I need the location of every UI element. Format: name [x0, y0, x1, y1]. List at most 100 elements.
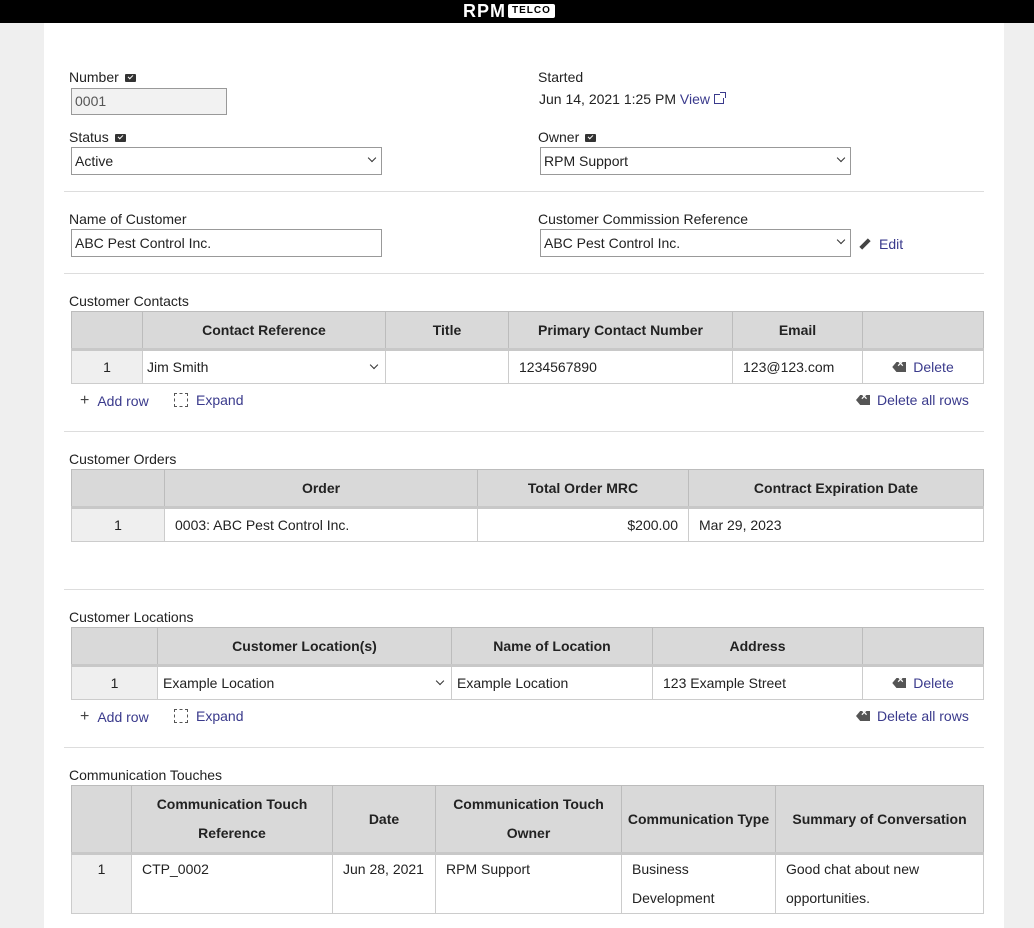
owner-select[interactable]: RPM Support	[540, 147, 851, 175]
started-value-row: Jun 14, 2021 1:25 PM View	[539, 91, 726, 107]
email-cell[interactable]: 123@123.com	[732, 349, 863, 384]
number-label-text: Number	[69, 69, 119, 85]
delete-icon	[856, 395, 870, 405]
phone-cell[interactable]: 1234567890	[508, 349, 733, 384]
email-header: Email	[732, 311, 863, 351]
touch-reference-link[interactable]: CTP_0002	[131, 853, 333, 914]
delete-all-label: Delete all rows	[877, 392, 969, 408]
communication-type-header: Communication Type	[621, 785, 776, 855]
row-number: 1	[71, 349, 143, 384]
status-select-value: Active	[75, 153, 114, 169]
chevron-down-icon	[836, 153, 846, 163]
required-icon	[585, 134, 597, 143]
plus-icon: +	[80, 708, 90, 725]
row-number-header	[71, 469, 165, 509]
rpm-telco-logo: RPM TELCO	[463, 2, 555, 20]
contact-reference-value: Jim Smith	[147, 359, 209, 375]
expand-icon	[174, 393, 188, 407]
expand-button[interactable]: Expand	[174, 708, 243, 724]
number-field[interactable]: 0001	[71, 88, 227, 115]
required-icon	[124, 74, 136, 83]
contract-expiration-header: Contract Expiration Date	[688, 469, 984, 509]
delete-all-rows-button[interactable]: Delete all rows	[856, 392, 969, 408]
delete-row-cell: Delete	[862, 665, 984, 700]
orders-table: Order Total Order MRC Contract Expiratio…	[71, 469, 984, 542]
type-cell: Business Development	[621, 853, 776, 914]
started-value: Jun 14, 2021 1:25 PM	[539, 91, 676, 107]
table-row: 1 0003: ABC Pest Control Inc. $200.00 Ma…	[71, 507, 984, 542]
row-number-header	[71, 627, 158, 667]
status-select[interactable]: Active	[71, 147, 382, 175]
expand-label: Expand	[196, 392, 244, 408]
edit-button[interactable]: Edit	[859, 236, 903, 252]
delete-icon	[856, 711, 870, 721]
delete-row-button[interactable]: Delete	[892, 359, 954, 375]
top-bar: RPM TELCO	[0, 0, 1034, 23]
contacts-title: Customer Contacts	[69, 293, 189, 309]
add-row-button[interactable]: + Add row	[80, 392, 149, 410]
add-row-button[interactable]: + Add row	[80, 708, 149, 726]
customer-location-select[interactable]: Example Location	[157, 665, 452, 700]
address-header: Address	[652, 627, 863, 667]
order-link[interactable]: 0003: ABC Pest Control Inc.	[164, 507, 478, 542]
expand-button[interactable]: Expand	[174, 392, 243, 408]
started-label: Started	[538, 69, 584, 85]
contact-reference-select[interactable]: Jim Smith	[142, 349, 386, 384]
commission-ref-label: Customer Commission Reference	[538, 211, 749, 227]
location-name-cell: Example Location	[451, 665, 653, 700]
order-header: Order	[164, 469, 478, 509]
divider	[64, 273, 984, 274]
required-icon	[114, 134, 126, 143]
actions-header	[862, 311, 984, 351]
view-link[interactable]: View	[680, 91, 710, 107]
locations-table: Customer Location(s) Name of Location Ad…	[71, 627, 984, 700]
primary-contact-header: Primary Contact Number	[508, 311, 733, 351]
customer-name-field[interactable]: ABC Pest Control Inc.	[71, 229, 382, 257]
row-number-header	[71, 311, 143, 351]
title-cell[interactable]	[385, 349, 509, 384]
commission-ref-select[interactable]: ABC Pest Control Inc.	[540, 229, 851, 257]
row-number: 1	[71, 507, 165, 542]
total-order-mrc-header: Total Order MRC	[477, 469, 689, 509]
mrc-cell: $200.00	[477, 507, 689, 542]
edit-label: Edit	[879, 236, 904, 252]
status-label-text: Status	[69, 129, 109, 145]
expand-icon	[174, 709, 188, 723]
address-cell: 123 Example Street	[652, 665, 863, 700]
status-label: Status	[69, 129, 126, 145]
divider	[64, 747, 984, 748]
row-number: 1	[71, 665, 158, 700]
number-label: Number	[69, 69, 136, 85]
row-number: 1	[71, 853, 132, 914]
summary-header: Summary of Conversation	[775, 785, 984, 855]
pencil-icon	[859, 238, 871, 250]
table-row: 1 CTP_0002 Jun 28, 2021 RPM Support Busi…	[71, 853, 984, 914]
owner-select-value: RPM Support	[544, 153, 629, 169]
contact-reference-header: Contact Reference	[142, 311, 386, 351]
delete-label: Delete	[913, 675, 954, 691]
divider	[64, 191, 984, 192]
date-cell: Jun 28, 2021	[332, 853, 436, 914]
delete-icon	[892, 678, 907, 688]
table-row: 1 Example Location Example Location 123 …	[71, 665, 984, 700]
actions-header	[862, 627, 984, 667]
expiration-cell: Mar 29, 2023	[688, 507, 984, 542]
logo-badge: TELCO	[508, 4, 555, 18]
delete-all-label: Delete all rows	[877, 708, 969, 724]
add-row-label: Add row	[97, 709, 149, 725]
external-link-icon[interactable]	[713, 92, 726, 104]
contacts-table: Contact Reference Title Primary Contact …	[71, 311, 984, 384]
commission-ref-value: ABC Pest Control Inc.	[544, 235, 681, 251]
touch-owner-header: Communication Touch Owner	[435, 785, 622, 855]
owner-cell: RPM Support	[435, 853, 622, 914]
date-header: Date	[332, 785, 436, 855]
delete-row-button[interactable]: Delete	[892, 675, 954, 691]
delete-row-cell: Delete	[862, 349, 984, 384]
delete-all-rows-button[interactable]: Delete all rows	[856, 708, 969, 724]
customer-location-value: Example Location	[163, 675, 275, 691]
locations-title: Customer Locations	[69, 609, 194, 625]
owner-label-text: Owner	[538, 129, 580, 145]
name-of-location-header: Name of Location	[451, 627, 653, 667]
touches-title: Communication Touches	[69, 767, 223, 783]
expand-label: Expand	[196, 708, 244, 724]
